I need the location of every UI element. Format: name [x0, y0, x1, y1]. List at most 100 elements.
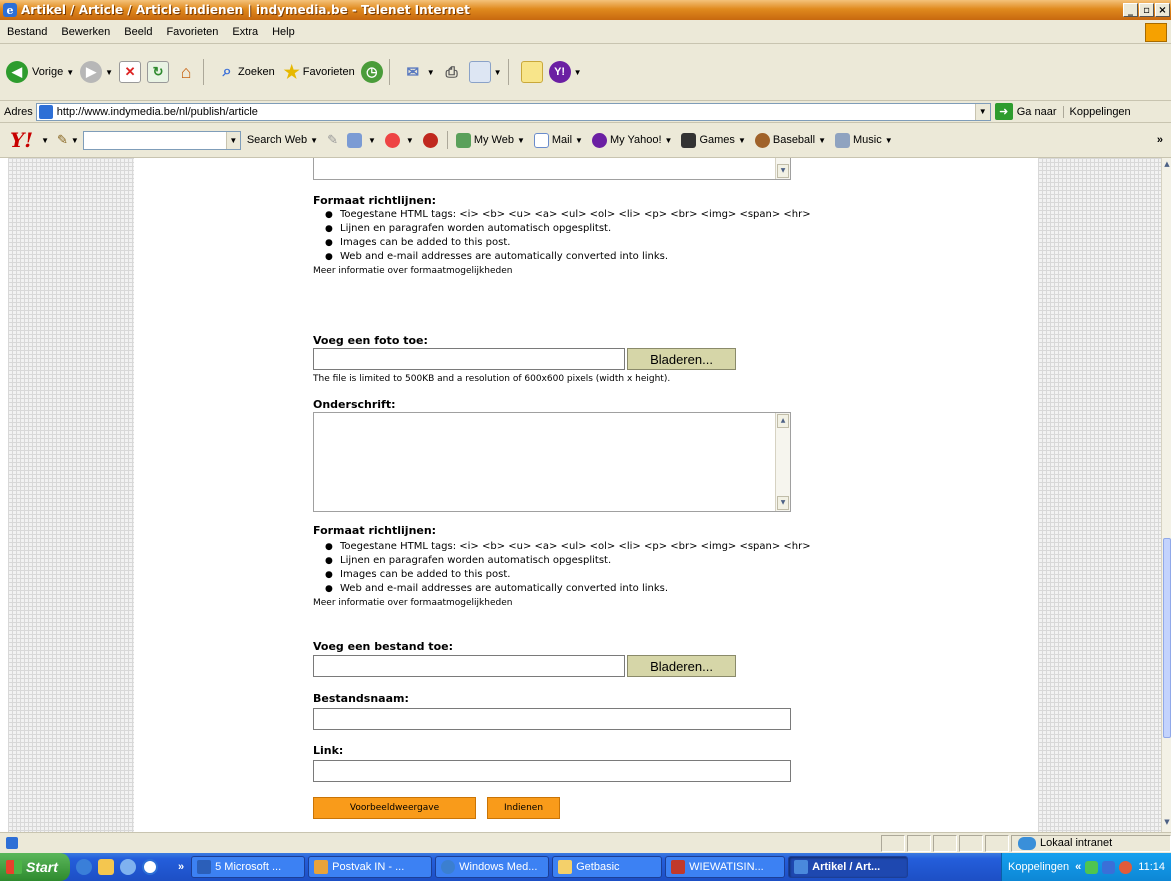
tray-links-toolbar[interactable]: Koppelingen — [1008, 861, 1069, 873]
chevron-down-icon[interactable]: ▼ — [71, 136, 79, 145]
address-url[interactable]: http://www.indymedia.be/nl/publish/artic… — [57, 106, 975, 118]
scroll-down-arrow-icon[interactable]: ▼ — [777, 496, 789, 510]
file-browse-button[interactable]: Bladeren... — [627, 655, 736, 677]
caption-textarea[interactable]: ▲ ▼ — [313, 412, 791, 512]
baseball-link[interactable]: Baseball ▼ — [754, 132, 826, 148]
caption-heading: Onderschrift: — [313, 398, 396, 411]
photo-file-input[interactable] — [313, 348, 625, 370]
favorites-button[interactable]: ★ Favorieten — [281, 61, 355, 83]
search-web-label: Search Web — [246, 134, 308, 146]
chevron-down-icon[interactable]: ▼ — [225, 131, 240, 149]
links-button[interactable]: Koppelingen — [1062, 105, 1131, 118]
menu-favorieten[interactable]: Favorieten — [159, 26, 225, 38]
toolbar-more-button[interactable]: » — [1157, 134, 1163, 146]
chevron-down-icon[interactable]: ▼ — [66, 68, 74, 77]
chevron-down-icon[interactable]: ▼ — [494, 68, 502, 77]
scroll-down-arrow-icon[interactable]: ▼ — [1163, 818, 1171, 830]
submit-button[interactable]: Indienen — [487, 797, 560, 819]
clock: 11:14 — [1138, 861, 1165, 873]
page-viewport[interactable]: ▼ Formaat richtlijnen: Toegestane HTML t… — [0, 158, 1171, 832]
my-yahoo-link[interactable]: My Yahoo! ▼ — [591, 132, 672, 148]
menu-beeld[interactable]: Beeld — [117, 26, 159, 38]
scroll-down-arrow-icon[interactable]: ▼ — [777, 164, 789, 178]
scrollbar-thumb[interactable] — [1163, 538, 1171, 738]
my-web-icon — [455, 132, 471, 148]
my-web-button[interactable]: My Web ▼ — [455, 132, 525, 148]
photo-browse-button[interactable]: Bladeren... — [627, 348, 736, 370]
taskbar-item-artikel[interactable]: Artikel / Art... — [788, 856, 909, 878]
scroll-up-arrow-icon[interactable]: ▲ — [1163, 160, 1171, 172]
yahoo-search-input[interactable]: ▼ — [82, 130, 241, 150]
taskbar-item-getbasic[interactable]: Getbasic — [552, 856, 663, 878]
home-button[interactable]: ⌂ — [175, 61, 197, 83]
discuss-button[interactable] — [520, 61, 543, 83]
filename-input[interactable] — [313, 708, 791, 730]
edit-button[interactable]: ▼ — [468, 61, 502, 83]
security-zone[interactable]: Lokaal intranet — [1011, 834, 1171, 852]
menu-bestand[interactable]: Bestand — [0, 26, 54, 38]
stop-icon: ✕ — [119, 61, 142, 83]
taskbar-item-outlook[interactable]: Postvak IN - ... — [308, 856, 433, 878]
network-quicklaunch-icon[interactable] — [120, 859, 136, 875]
link-input[interactable] — [313, 760, 791, 782]
textarea-scrollbar[interactable]: ▲ ▼ — [775, 413, 790, 511]
my-yahoo-icon — [591, 132, 607, 148]
more-info-link[interactable]: Meer informatie over formaatmogelijkhede… — [313, 596, 813, 610]
refresh-button[interactable]: ↻ — [147, 61, 170, 83]
target-button[interactable]: ▼ — [384, 132, 414, 148]
more-info-link[interactable]: Meer informatie over formaatmogelijkhede… — [313, 264, 813, 278]
chevron-down-icon[interactable]: ▼ — [105, 68, 113, 77]
network-icon[interactable] — [1102, 860, 1116, 874]
games-link[interactable]: Games ▼ — [681, 132, 746, 148]
layout-button[interactable]: ▼ — [346, 132, 376, 148]
taskbar-item-wiewatisin[interactable]: WIEWATISIN... — [665, 856, 786, 878]
messenger-icon[interactable] — [1119, 860, 1133, 874]
media-player-quicklaunch-icon[interactable] — [142, 859, 158, 875]
start-button[interactable]: Start — [0, 853, 70, 881]
go-button[interactable]: Ga naar — [1013, 106, 1063, 118]
chevron-down-icon[interactable]: ▼ — [574, 68, 582, 77]
maximize-button[interactable]: ▫ — [1139, 3, 1154, 17]
print-button[interactable]: ⎙ — [441, 61, 463, 83]
pencil-icon[interactable]: ✎ — [57, 132, 68, 148]
antispy-button[interactable] — [422, 132, 441, 148]
go-arrow-icon[interactable]: ➜ — [994, 103, 1013, 120]
windows-logo-icon — [6, 860, 22, 874]
history-button[interactable]: ◷ — [360, 61, 383, 83]
chevron-down-icon[interactable]: ▼ — [427, 68, 435, 77]
search-button[interactable]: ⌕ Zoeken — [216, 61, 275, 83]
tray-expand-button[interactable]: « — [1075, 861, 1081, 873]
chevron-down-icon[interactable]: ▼ — [41, 136, 49, 145]
scroll-up-arrow-icon[interactable]: ▲ — [777, 414, 789, 428]
menu-bewerken[interactable]: Bewerken — [54, 26, 117, 38]
forward-button[interactable]: ▶ ▼ — [80, 61, 113, 83]
mail-link[interactable]: Mail ▼ — [533, 132, 583, 148]
preview-button[interactable]: Voorbeeldweergave — [313, 797, 476, 819]
yahoo-logo[interactable]: Y! — [10, 128, 33, 152]
menu-help[interactable]: Help — [265, 26, 302, 38]
ie-quicklaunch-icon[interactable] — [76, 859, 92, 875]
folder-quicklaunch-icon[interactable] — [98, 859, 114, 875]
file-input[interactable] — [313, 655, 625, 677]
chevron-down-icon[interactable]: ▼ — [974, 103, 990, 120]
yahoo-messenger-button[interactable]: Y! ▼ — [548, 61, 582, 83]
taskbar-item-word[interactable]: 5 Microsoft ... — [191, 856, 306, 878]
mail-button[interactable]: ✉ ▼ — [402, 61, 435, 83]
taskbar-item-media-player[interactable]: Windows Med... — [435, 856, 550, 878]
search-web-button[interactable]: Search Web ▼ — [247, 134, 318, 146]
music-link[interactable]: Music ▼ — [834, 132, 893, 148]
close-button[interactable]: × — [1155, 3, 1170, 17]
page-scrollbar[interactable]: ▲ ▼ — [1161, 158, 1171, 832]
menu-extra[interactable]: Extra — [225, 26, 265, 38]
window-title-bar[interactable]: e Artikel / Article / Article indienen |… — [0, 0, 1171, 20]
minimize-button[interactable]: _ — [1123, 3, 1138, 17]
textarea-scrollbar[interactable]: ▼ — [775, 158, 790, 179]
quicklaunch-more-button[interactable]: » — [178, 861, 184, 873]
mail-icon — [533, 132, 549, 148]
highlight-button[interactable]: ✎ — [327, 132, 338, 148]
stop-button[interactable]: ✕ — [119, 61, 142, 83]
body-textarea[interactable]: ▼ — [313, 158, 791, 180]
volume-icon[interactable] — [1085, 860, 1099, 874]
address-field[interactable]: http://www.indymedia.be/nl/publish/artic… — [35, 102, 991, 121]
back-button[interactable]: ◀ Vorige ▼ — [6, 61, 74, 83]
